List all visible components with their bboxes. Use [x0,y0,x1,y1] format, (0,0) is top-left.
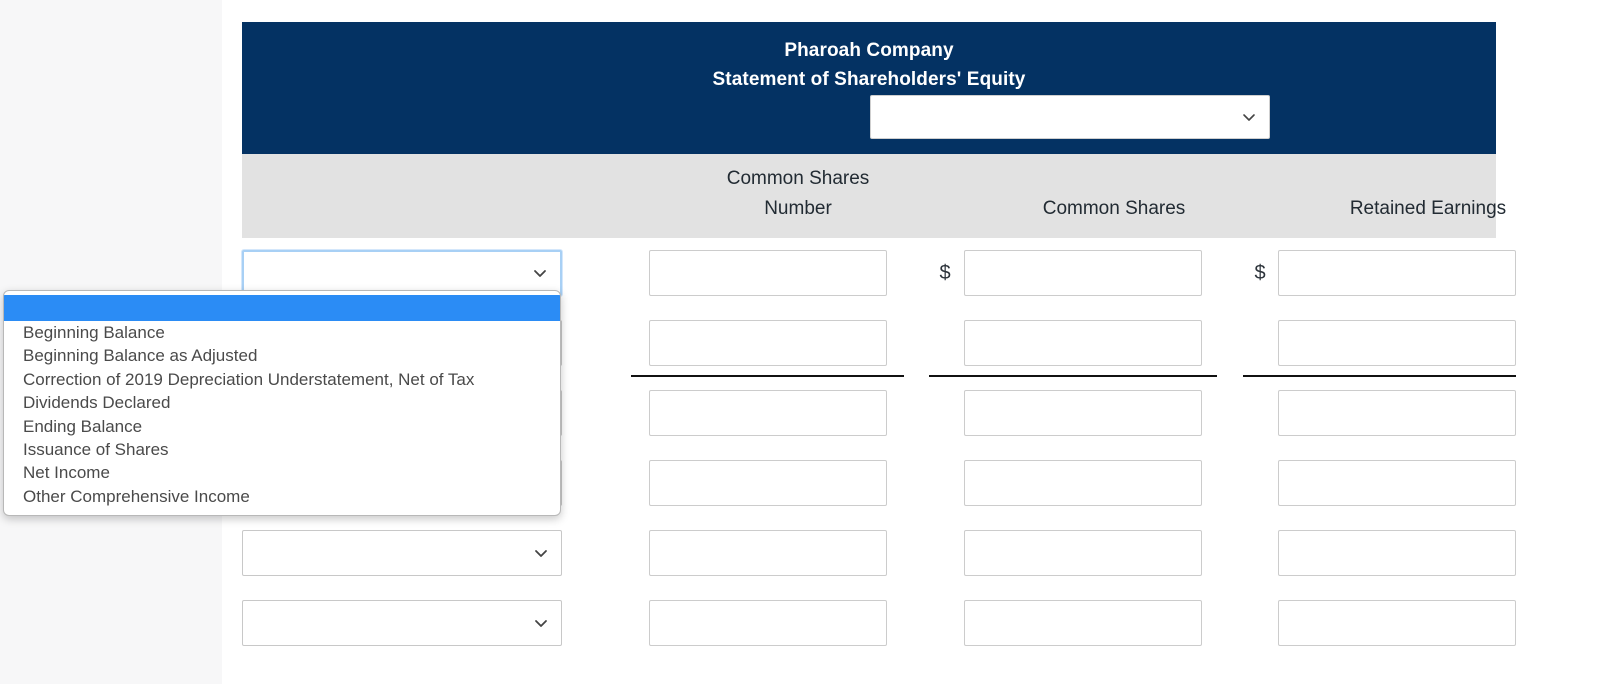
subtotal-rule [1243,375,1516,377]
amount-input[interactable] [1278,250,1516,296]
row-label-select[interactable] [242,530,562,576]
chevron-down-icon [1242,110,1256,124]
amount-input[interactable] [1278,530,1516,576]
amount-input[interactable] [1278,600,1516,646]
amount-input[interactable] [964,530,1202,576]
amount-input[interactable] [649,250,887,296]
amount-cell [964,250,1202,296]
amount-input[interactable] [964,390,1202,436]
amount-cell [964,320,1202,366]
dropdown-option[interactable] [4,295,560,321]
dropdown-option[interactable]: Beginning Balance as Adjusted [4,344,560,367]
amount-cell [649,600,887,646]
amount-cell [964,390,1202,436]
chevron-down-icon [534,616,548,630]
dropdown-option[interactable]: Beginning Balance [4,321,560,344]
chevron-down-icon [534,546,548,560]
amount-input[interactable] [1278,460,1516,506]
table-row [242,518,1516,588]
amount-cell [649,250,887,296]
amount-cell [1278,250,1516,296]
amount-input[interactable] [964,600,1202,646]
amount-cell [964,600,1202,646]
row-label-dropdown-popup[interactable]: Beginning Balance Beginning Balance as Ad… [3,290,561,517]
currency-symbol: $ [1254,262,1266,284]
page-root: Pharoah Company Statement of Shareholder… [0,0,1598,684]
period-select[interactable] [870,95,1270,139]
amount-cell [964,530,1202,576]
dropdown-option[interactable]: Dividends Declared [4,391,560,414]
amount-input[interactable] [964,320,1202,366]
currency-symbol: $ [939,262,951,284]
dropdown-option[interactable]: Ending Balance [4,415,560,438]
amount-cell [1278,390,1516,436]
column-header-row: Common Shares Number Common Shares Retai… [242,154,1506,238]
amount-input[interactable] [649,460,887,506]
dropdown-option[interactable]: Issuance of Shares [4,438,560,461]
amount-cell [1278,460,1516,506]
company-name: Pharoah Company [784,40,954,61]
column-header-retained-earnings: Retained Earnings [1349,198,1507,219]
amount-cell [649,460,887,506]
amount-cell [964,460,1202,506]
subtotal-rule [929,375,1217,377]
table-row [242,588,1516,658]
row-label-cell [242,530,562,576]
amount-input[interactable] [1278,390,1516,436]
dropdown-option[interactable]: Other Comprehensive Income [4,485,560,508]
chevron-down-icon [533,266,547,280]
row-label-select[interactable] [242,600,562,646]
amount-cell [649,390,887,436]
amount-input[interactable] [1278,320,1516,366]
period-select-wrapper [870,95,1270,139]
amount-input[interactable] [649,600,887,646]
column-header-common-shares: Common Shares [1042,198,1186,219]
statement-title: Statement of Shareholders' Equity [712,69,1026,90]
amount-input[interactable] [964,250,1202,296]
amount-input[interactable] [649,390,887,436]
dropdown-option[interactable]: Correction of 2019 Depreciation Understa… [4,368,560,391]
row-label-cell [242,600,562,646]
column-header-line2: Number [764,198,832,219]
amount-cell [649,320,887,366]
column-header-line1: Common Shares [726,168,870,189]
dropdown-bottom-padding [4,508,560,515]
amount-input[interactable] [649,320,887,366]
amount-cell [1278,530,1516,576]
table-title-band: Pharoah Company Statement of Shareholder… [242,22,1496,154]
amount-cell [1278,320,1516,366]
column-header-common-shares-number: Common Shares Number [648,164,948,224]
dropdown-option[interactable]: Net Income [4,461,560,484]
amount-cell [649,530,887,576]
amount-input[interactable] [649,530,887,576]
amount-cell [1278,600,1516,646]
subtotal-rule [631,375,904,377]
amount-input[interactable] [964,460,1202,506]
